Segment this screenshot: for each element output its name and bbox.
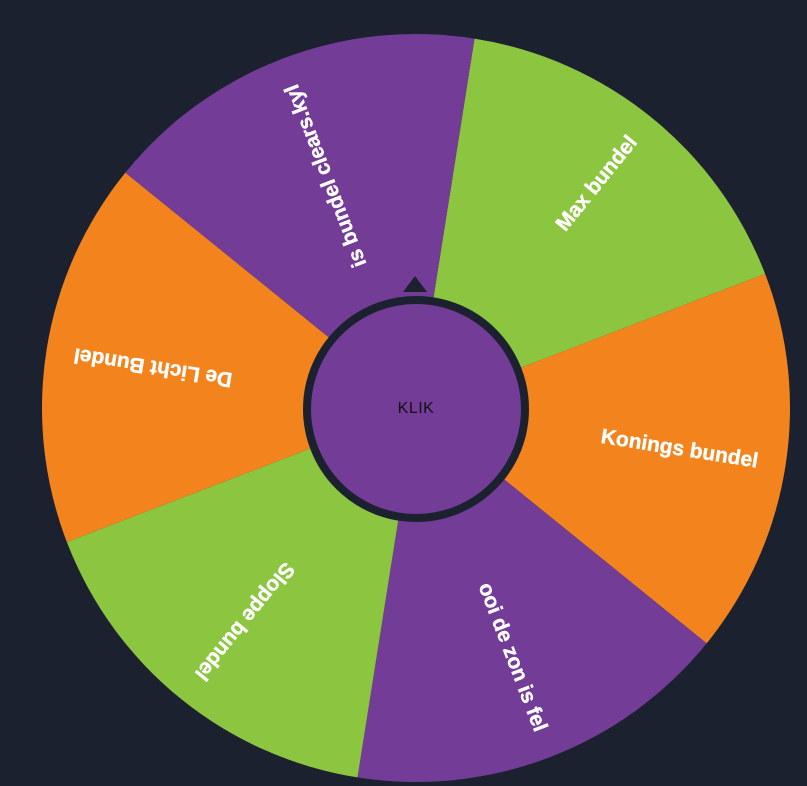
wheel-pointer-icon — [403, 276, 427, 292]
spin-wheel-game: Max bundel Konings bundel ooi de zon is fe… — [0, 0, 807, 786]
spin-button-label: KLIK — [397, 400, 435, 417]
spin-button[interactable]: KLIK — [303, 296, 529, 522]
